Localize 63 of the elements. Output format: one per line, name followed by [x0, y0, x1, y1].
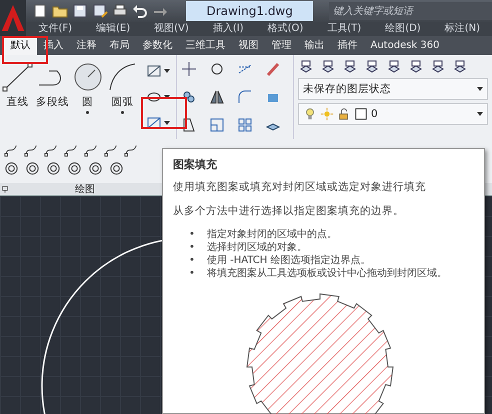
- menu-item[interactable]: 插入(I): [200, 22, 256, 36]
- menu-item[interactable]: 标注(N): [432, 22, 492, 36]
- menu-dot[interactable]: [121, 111, 124, 114]
- undo-icon[interactable]: [132, 3, 148, 19]
- ribbon-tab[interactable]: Autodesk 360: [364, 36, 446, 55]
- menu-item[interactable]: 工具(T): [315, 22, 374, 36]
- tooltip-bullet: 指定对象封闭的区域中的点。: [206, 228, 337, 241]
- save-as-icon[interactable]: [92, 3, 108, 19]
- color-swatch-icon: [354, 107, 368, 121]
- ribbon-tab[interactable]: 三维工具: [179, 36, 232, 55]
- ribbon-tab[interactable]: 插件: [331, 36, 364, 55]
- copy-icon[interactable]: [181, 89, 197, 105]
- layer-dropdown[interactable]: 0: [298, 103, 488, 125]
- move-icon[interactable]: [181, 61, 197, 77]
- tool-label[interactable]: 多段线: [36, 95, 69, 109]
- panel-title: 绘图: [74, 183, 96, 196]
- tooltip-description: 使用填充图案或填充对封闭区域或选定对象进行填充: [173, 180, 427, 194]
- layer-state-dropdown[interactable]: 未保存的图层状态: [298, 78, 488, 100]
- sun-icon: [320, 107, 334, 121]
- scale-icon[interactable]: [209, 117, 225, 133]
- save-icon[interactable]: [72, 3, 88, 19]
- highlight-frame: [141, 97, 187, 129]
- stretch-icon[interactable]: [181, 117, 197, 133]
- menu-item[interactable]: 文件(F): [26, 22, 84, 36]
- line-icon[interactable]: [2, 61, 34, 93]
- spline-fit-icon[interactable]: [4, 143, 18, 157]
- menu-item[interactable]: 格式(O): [256, 22, 316, 36]
- bullet-marker: •: [189, 267, 195, 280]
- tool-label[interactable]: 直线: [6, 95, 28, 109]
- bullet-marker: •: [189, 241, 195, 254]
- layer-match-icon[interactable]: [298, 59, 314, 75]
- tooltip-bullet: 选择封闭区域的对象。: [206, 241, 307, 254]
- rectangle-icon[interactable]: [146, 63, 162, 79]
- bullet-marker: •: [189, 254, 195, 267]
- file-tab[interactable]: Drawing1.dwg: [186, 1, 313, 21]
- fillet-icon[interactable]: [237, 89, 253, 105]
- padlock-icon: [337, 107, 351, 121]
- ribbon-tab[interactable]: 布局: [103, 36, 136, 55]
- menu-item[interactable]: 编辑(E): [84, 22, 142, 36]
- ribbon-tab[interactable]: 视图: [232, 36, 265, 55]
- tooltip-bullet: 将填充图案从工具选项板或设计中心拖动到封闭区域。: [206, 267, 447, 280]
- ribbon-tab[interactable]: 注释: [70, 36, 103, 55]
- donut-icon[interactable]: [109, 161, 124, 176]
- ribbon-tab[interactable]: 输出: [298, 36, 331, 55]
- ribbon-tab[interactable]: 参数化: [136, 36, 179, 55]
- ribbon-tab[interactable]: 管理: [265, 36, 298, 55]
- circle-icon[interactable]: [72, 61, 104, 93]
- mirror-icon[interactable]: [209, 89, 225, 105]
- tool-label[interactable]: 圆弧: [112, 95, 134, 109]
- tool-label[interactable]: 圆: [82, 95, 93, 109]
- tooltip-title: 图案填充: [173, 157, 218, 172]
- tooltip-bullet: 使用 -HATCH 绘图选项指定边界点。: [206, 254, 370, 267]
- pin-icon[interactable]: [0, 184, 10, 194]
- app-logo-icon[interactable]: [0, 3, 26, 33]
- tooltip-intro: 从多个方法中进行选择以指定图案填充的边界。: [173, 204, 405, 218]
- new-file-icon[interactable]: [32, 3, 48, 19]
- array-icon[interactable]: [237, 117, 253, 133]
- bullet-marker: •: [189, 228, 195, 241]
- menu-item[interactable]: 绘图(D): [373, 22, 433, 36]
- search-field[interactable]: 键入关键字或短语: [328, 2, 492, 20]
- light-bulb-icon: [303, 107, 317, 121]
- menu-item[interactable]: 视图(V): [142, 22, 201, 36]
- menu-dot[interactable]: [86, 111, 89, 114]
